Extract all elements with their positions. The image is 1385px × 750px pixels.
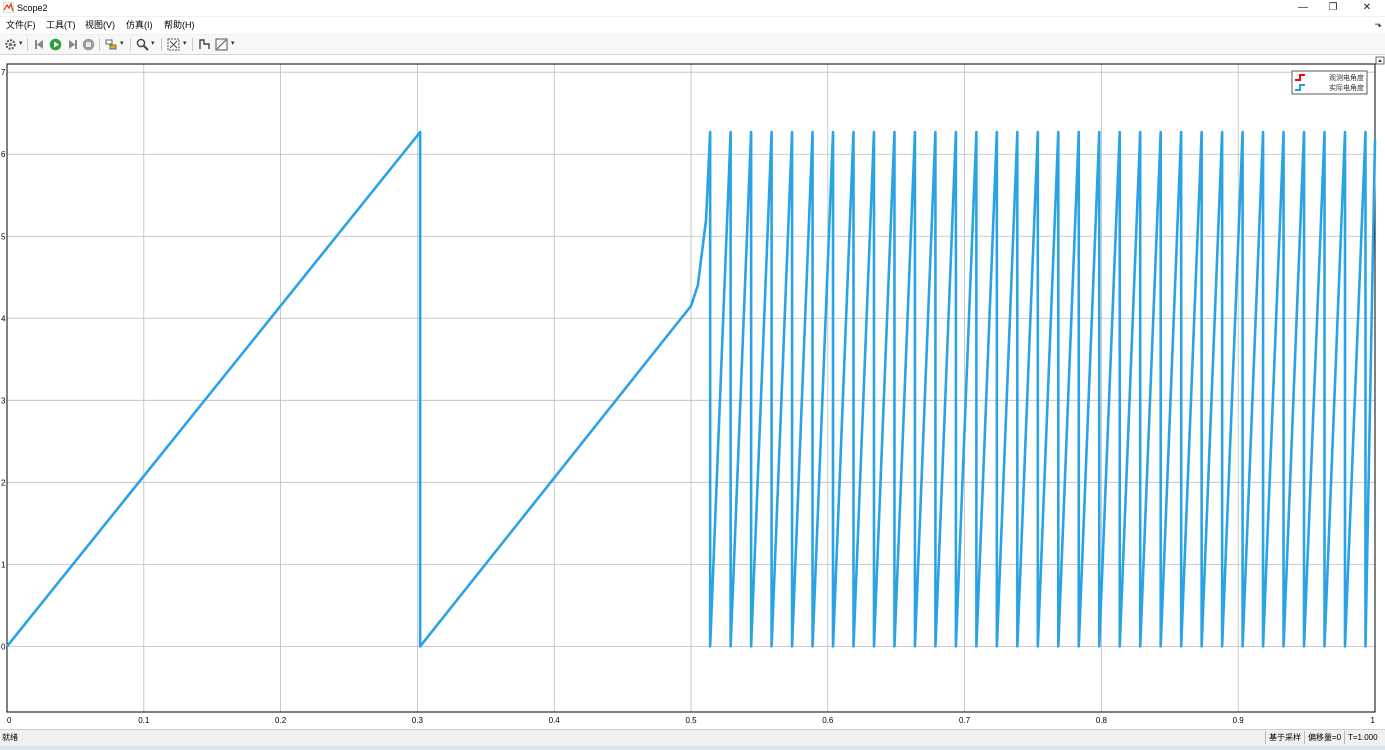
title-bar: Scope2 — ❐ ✕ — [0, 0, 1385, 16]
zoom-icon[interactable] — [136, 38, 149, 51]
x-ticks: 0 0.1 0.2 0.3 0.4 0.5 0.6 0.7 0.8 0.9 1 — [7, 716, 1376, 725]
x-tick-label: 0.4 — [549, 716, 561, 725]
highlight-block-icon[interactable] — [105, 38, 118, 51]
toolbar-separator — [27, 38, 28, 51]
run-icon[interactable] — [49, 38, 62, 51]
step-back-icon[interactable] — [33, 38, 46, 51]
x-tick-label: 0.5 — [685, 716, 697, 725]
minimize-button[interactable]: — — [1288, 0, 1318, 16]
status-time: T=1.000 — [1344, 731, 1378, 744]
autoscale-icon[interactable] — [167, 38, 180, 51]
close-button[interactable]: ✕ — [1352, 0, 1382, 16]
taskbar-strip — [0, 746, 1385, 750]
settings-dropdown-icon[interactable]: ▾ — [19, 39, 23, 49]
legend-label-observed: 观测电角度 — [1329, 73, 1364, 82]
highlight-dropdown-icon[interactable]: ▾ — [120, 39, 124, 49]
legend-label-actual: 实际电角度 — [1329, 83, 1364, 92]
x-tick-label: 1 — [1371, 716, 1376, 725]
cursor-measure-icon[interactable] — [198, 38, 211, 51]
x-tick-label: 0.8 — [1096, 716, 1108, 725]
menu-simulation[interactable]: 仿真(I) — [126, 19, 153, 32]
x-tick-label: 0 — [7, 716, 12, 725]
x-tick-label: 0.7 — [959, 716, 971, 725]
window-title: Scope2 — [17, 3, 48, 13]
undock-corner-button[interactable] — [1375, 56, 1385, 65]
y-tick-label: 1 — [1, 560, 6, 569]
y-tick-label: 7 — [1, 68, 6, 77]
maximize-button[interactable]: ❐ — [1318, 0, 1348, 16]
legend[interactable]: 观测电角度 实际电角度 — [1291, 70, 1368, 95]
scope-chart[interactable]: 0 1 2 3 4 5 6 7 0 0.1 0.2 0.3 0.4 0.5 0.6 0.7 0.8 0.9 1 观… — [0, 55, 1385, 729]
stop-icon[interactable] — [82, 38, 95, 51]
settings-icon[interactable] — [4, 38, 17, 51]
step-forward-icon[interactable] — [66, 38, 79, 51]
menu-bar: 文件(F) 工具(T) 视图(V) 仿真(I) 帮助(H) ⬎ — [0, 17, 1385, 34]
autoscale-dropdown-icon[interactable]: ▾ — [183, 39, 187, 49]
toolbar-separator — [130, 38, 131, 51]
scope-plot[interactable]: 0 1 2 3 4 5 6 7 0 0.1 0.2 0.3 0.4 0.5 0.6 0.7 0.8 0.9 1 观… — [0, 55, 1385, 729]
statistics-dropdown-icon[interactable]: ▾ — [231, 39, 235, 49]
toolbar-separator — [161, 38, 162, 51]
zoom-dropdown-icon[interactable]: ▾ — [151, 39, 155, 49]
menu-view[interactable]: 视图(V) — [85, 19, 115, 32]
toolbar-separator — [99, 38, 100, 51]
y-tick-label: 2 — [1, 478, 6, 487]
x-tick-label: 0.9 — [1233, 716, 1245, 725]
status-sample-mode: 基于采样 — [1265, 731, 1301, 744]
y-tick-label: 4 — [1, 314, 6, 323]
y-tick-label: 5 — [1, 232, 6, 241]
toolbar: ▾ ▾ ▾ ▾ ▾ — [0, 35, 1385, 55]
y-tick-label: 3 — [1, 396, 6, 405]
menu-help[interactable]: 帮助(H) — [164, 19, 195, 32]
toolbar-separator — [192, 38, 193, 51]
x-tick-label: 0.2 — [275, 716, 287, 725]
x-tick-label: 0.6 — [822, 716, 834, 725]
status-offset: 偏移量=0 — [1304, 731, 1341, 744]
y-tick-label: 6 — [1, 150, 6, 159]
menu-tools[interactable]: 工具(T) — [46, 19, 76, 32]
signal-statistics-icon[interactable] — [215, 38, 228, 51]
status-bar: 就绪 基于采样 偏移量=0 T=1.000 — [0, 729, 1385, 746]
status-ready: 就绪 — [2, 733, 18, 742]
menu-file[interactable]: 文件(F) — [6, 19, 36, 32]
menu-expand-icon[interactable]: ⬎ — [1374, 19, 1382, 30]
y-ticks: 0 1 2 3 4 5 6 7 — [1, 68, 6, 651]
matlab-app-icon — [3, 2, 14, 13]
y-tick-label: 0 — [1, 642, 6, 651]
x-tick-label: 0.3 — [412, 716, 424, 725]
x-tick-label: 0.1 — [138, 716, 150, 725]
